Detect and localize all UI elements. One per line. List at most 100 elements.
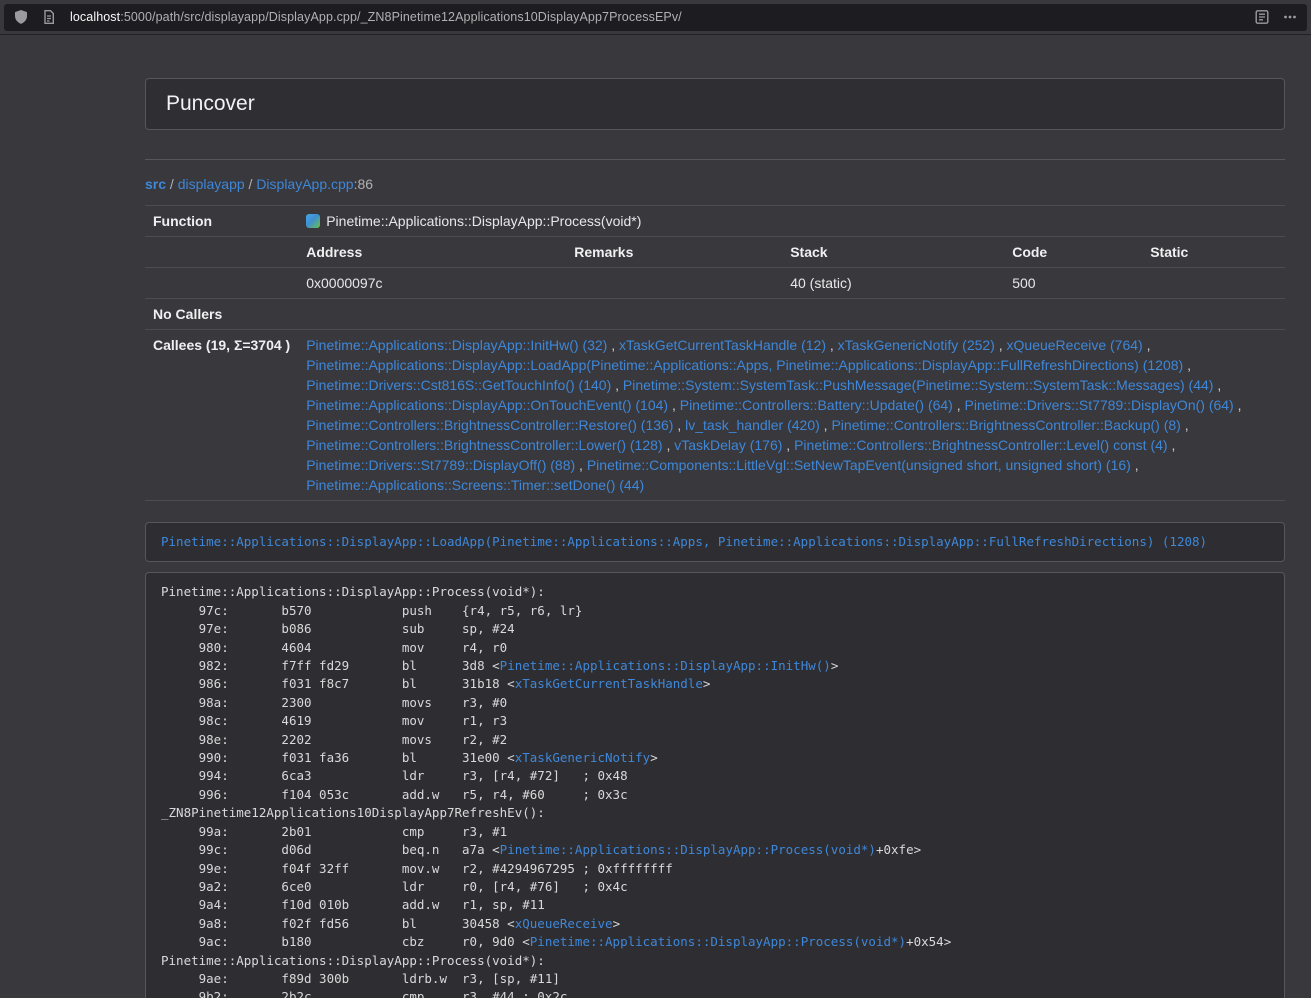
page-actions-menu-icon[interactable] [1279, 6, 1301, 28]
callee-link[interactable]: Pinetime::Applications::DisplayApp::Init… [306, 337, 607, 353]
highlighted-symbol-box: Pinetime::Applications::DisplayApp::Load… [145, 522, 1285, 562]
callee-link[interactable]: xTaskGetCurrentTaskHandle (12) [619, 337, 826, 353]
callee-link[interactable]: xTaskGenericNotify (252) [838, 337, 995, 353]
asm-text: > [703, 676, 711, 691]
callee-link[interactable]: Pinetime::Components::LittleVgl::SetNewT… [587, 457, 1131, 473]
asm-text: > [613, 916, 621, 931]
callee-separator: , [1213, 377, 1221, 393]
callee-separator: , [611, 377, 623, 393]
asm-text: 97e: b086 sub sp, #24 [161, 621, 515, 636]
url-bar[interactable]: localhost:5000/path/src/displayapp/Displ… [4, 4, 1307, 31]
asm-text: +0x54> [906, 934, 951, 949]
asm-text: 98a: 2300 movs r3, #0 [161, 695, 507, 710]
asm-text: +0xfe> [876, 842, 921, 857]
callee-separator: , [782, 437, 794, 453]
callee-separator: , [1181, 417, 1189, 433]
page-content: Puncover src / displayapp / DisplayApp.c… [145, 78, 1285, 998]
disassembly-block: Pinetime::Applications::DisplayApp::Proc… [145, 572, 1285, 998]
url-path: :5000/path/src/displayapp/DisplayApp.cpp… [120, 10, 682, 24]
callee-link[interactable]: xQueueReceive (764) [1007, 337, 1143, 353]
stats-header-row: Address Remarks Stack Code Static [145, 237, 1285, 268]
static-value [1142, 268, 1285, 299]
symbol-link[interactable]: Pinetime::Applications::DisplayApp::Init… [500, 658, 831, 673]
breadcrumb: src / displayapp / DisplayApp.cpp:86 [145, 176, 1285, 192]
callee-separator: , [607, 337, 619, 353]
highlighted-symbol-link[interactable]: Pinetime::Applications::DisplayApp::Load… [161, 534, 1207, 549]
page-title: Puncover [166, 92, 255, 116]
callee-link[interactable]: Pinetime::Applications::DisplayApp::Load… [306, 357, 1183, 373]
asm-text: 990: f031 fa36 bl 31e00 < [161, 750, 515, 765]
symbol-link[interactable]: xQueueReceive [515, 916, 613, 931]
no-callers-label: No Callers [145, 299, 298, 330]
page-info-icon[interactable] [38, 6, 60, 28]
callee-separator: , [673, 417, 685, 433]
stats-row: 0x0000097c 40 (static) 500 [145, 268, 1285, 299]
breadcrumb-link[interactable]: displayapp [178, 176, 245, 192]
asm-text: 9a8: f02f fd56 bl 30458 < [161, 916, 515, 931]
callee-link[interactable]: Pinetime::Applications::DisplayApp::OnTo… [306, 397, 668, 413]
callee-separator: , [953, 397, 965, 413]
column-static: Static [1142, 237, 1285, 268]
callee-link[interactable]: Pinetime::Controllers::BrightnessControl… [794, 437, 1167, 453]
callee-link[interactable]: Pinetime::Controllers::BrightnessControl… [831, 417, 1180, 433]
callee-link[interactable]: vTaskDelay (176) [674, 437, 782, 453]
callee-separator: , [575, 457, 587, 473]
callee-separator: , [668, 397, 680, 413]
column-code: Code [1004, 237, 1142, 268]
function-icon [306, 214, 320, 228]
asm-text: 99e: f04f 32ff mov.w r2, #4294967295 ; 0… [161, 861, 673, 876]
callee-link[interactable]: Pinetime::Drivers::St7789::DisplayOff() … [306, 457, 575, 473]
callee-separator: , [995, 337, 1007, 353]
asm-text: 994: 6ca3 ldr r3, [r4, #72] ; 0x48 [161, 768, 628, 783]
symbol-link[interactable]: Pinetime::Applications::DisplayApp::Proc… [500, 842, 876, 857]
callee-separator: , [820, 417, 832, 433]
asm-text: 9b2: 2b2c cmp r3, #44 ; 0x2c [161, 989, 567, 998]
symbol-link[interactable]: xTaskGenericNotify [515, 750, 650, 765]
breadcrumb-line-number: :86 [354, 176, 373, 192]
function-table: Function Pinetime::Applications::Display… [145, 205, 1285, 501]
asm-text: 986: f031 f8c7 bl 31b18 < [161, 676, 515, 691]
column-stack: Stack [782, 237, 1004, 268]
remarks-value [566, 268, 782, 299]
asm-text: 980: 4604 mov r4, r0 [161, 640, 507, 655]
symbol-link[interactable]: xTaskGetCurrentTaskHandle [515, 676, 703, 691]
callee-link[interactable]: Pinetime::Controllers::Battery::Update()… [680, 397, 953, 413]
asm-text: 98e: 2202 movs r2, #2 [161, 732, 507, 747]
browser-toolbar: localhost:5000/path/src/displayapp/Displ… [0, 0, 1311, 35]
callees-list: Pinetime::Applications::DisplayApp::Init… [298, 330, 1285, 501]
callee-link[interactable]: Pinetime::Drivers::St7789::DisplayOn() (… [965, 397, 1234, 413]
callee-separator: , [1183, 357, 1191, 373]
callee-link[interactable]: lv_task_handler (420) [685, 417, 820, 433]
breadcrumb-link[interactable]: DisplayApp.cpp [256, 176, 353, 192]
no-callers-row: No Callers [145, 299, 1285, 330]
asm-text: 98c: 4619 mov r1, r3 [161, 713, 507, 728]
callee-link[interactable]: Pinetime::Controllers::BrightnessControl… [306, 437, 662, 453]
asm-text: _ZN8Pinetime12Applications10DisplayApp7R… [161, 805, 545, 820]
url-domain: localhost [70, 10, 120, 24]
function-name: Pinetime::Applications::DisplayApp::Proc… [326, 213, 641, 229]
callee-separator: , [1143, 337, 1151, 353]
callees-label: Callees (19, Σ=3704 ) [145, 330, 298, 501]
asm-text: Pinetime::Applications::DisplayApp::Proc… [161, 584, 545, 599]
asm-text: > [650, 750, 658, 765]
column-address: Address [298, 237, 566, 268]
symbol-link[interactable]: Pinetime::Applications::DisplayApp::Proc… [530, 934, 906, 949]
callee-link[interactable]: Pinetime::Applications::Screens::Timer::… [306, 477, 644, 493]
breadcrumb-link[interactable]: src [145, 176, 166, 192]
asm-text: 99c: d06d beq.n a7a < [161, 842, 500, 857]
callee-link[interactable]: Pinetime::Drivers::Cst816S::GetTouchInfo… [306, 377, 611, 393]
callee-separator: , [1234, 397, 1242, 413]
asm-text: > [831, 658, 839, 673]
function-label: Function [145, 206, 298, 237]
asm-text: 9a2: 6ce0 ldr r0, [r4, #76] ; 0x4c [161, 879, 628, 894]
tracking-protection-shield-icon[interactable] [10, 6, 32, 28]
callee-link[interactable]: Pinetime::Controllers::BrightnessControl… [306, 417, 673, 433]
callee-separator: , [826, 337, 838, 353]
app-header-panel: Puncover [145, 78, 1285, 130]
column-remarks: Remarks [566, 237, 782, 268]
callee-separator: , [1168, 437, 1176, 453]
reader-mode-icon[interactable] [1251, 6, 1273, 28]
asm-text: 99a: 2b01 cmp r3, #1 [161, 824, 507, 839]
code-value: 500 [1004, 268, 1142, 299]
callee-link[interactable]: Pinetime::System::SystemTask::PushMessag… [623, 377, 1214, 393]
